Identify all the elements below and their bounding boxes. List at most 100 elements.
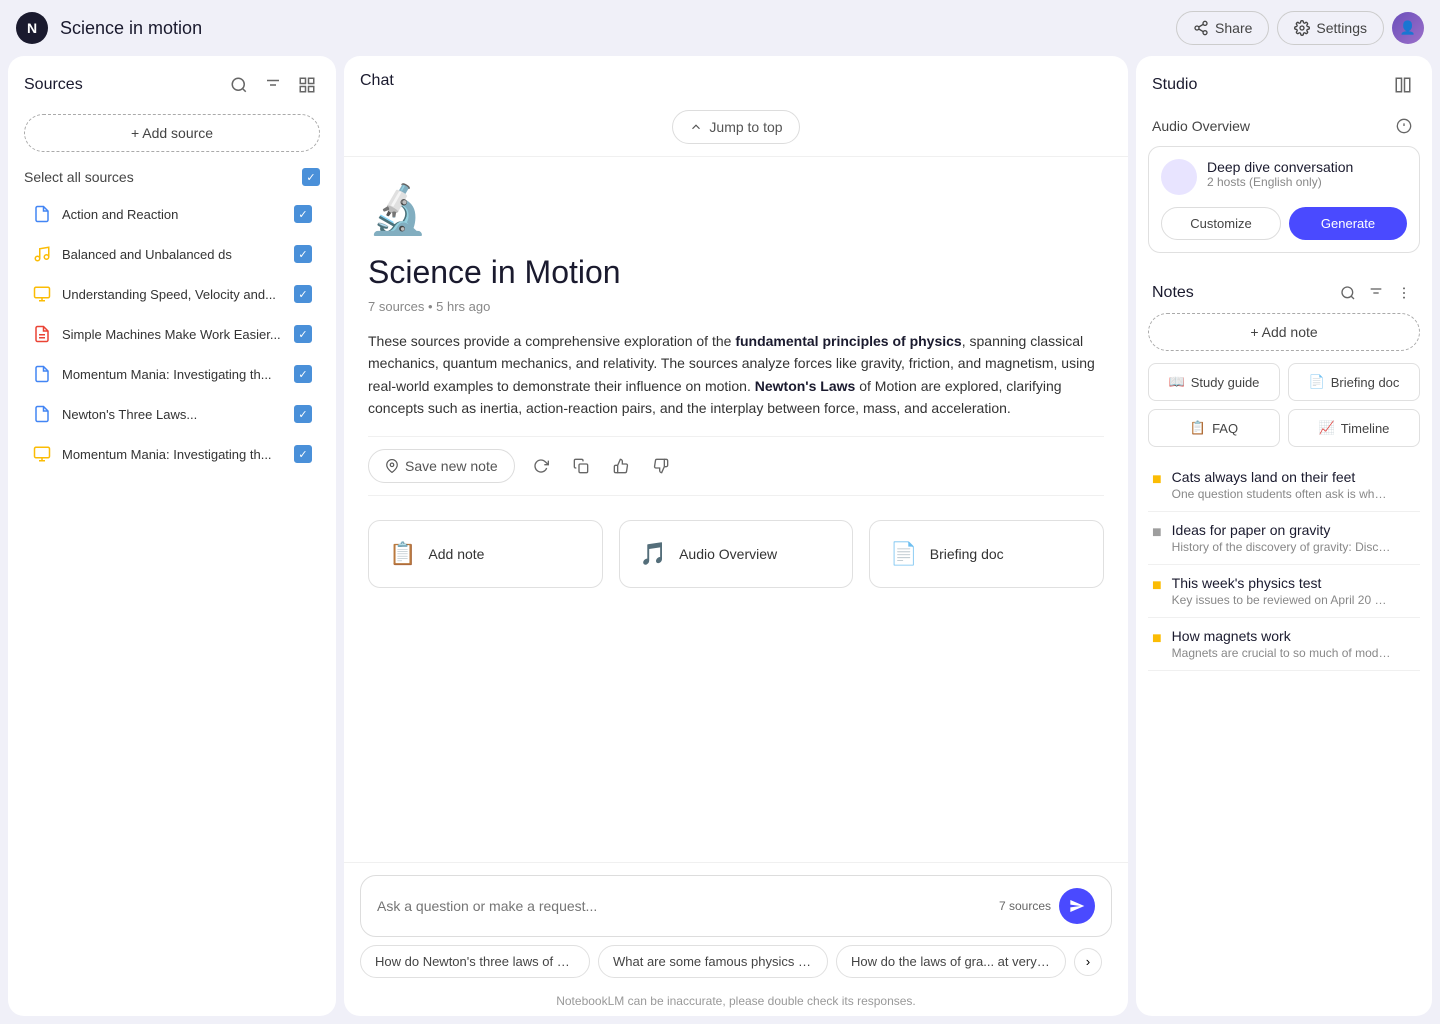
share-button[interactable]: Share [1176, 11, 1269, 45]
copy-button[interactable] [567, 452, 595, 480]
filter-icon [264, 76, 282, 94]
sources-badge: 7 sources [999, 899, 1051, 913]
chat-input[interactable] [377, 898, 999, 914]
source-item-5[interactable]: Newton's Three Laws... ✓ [16, 394, 328, 434]
chat-input-area: 7 sources How do Newton's three laws of … [344, 862, 1128, 986]
studio-panel-header: Studio [1136, 56, 1432, 106]
quick-action-add-note[interactable]: 📋 Add note [368, 520, 603, 588]
select-all-checkbox[interactable]: ✓ [302, 168, 320, 186]
note-title-0: Cats always land on their feet [1172, 469, 1416, 485]
chat-panel: Chat Jump to top 🔬 Science in Motion 7 s… [344, 56, 1128, 1016]
note-shortcuts: 📖 Study guide 📄 Briefing doc 📋 FAQ 📈 Tim… [1148, 363, 1420, 447]
sources-header-icons [226, 72, 320, 98]
source-checkbox-0[interactable]: ✓ [294, 205, 312, 223]
save-note-button[interactable]: Save new note [368, 449, 515, 483]
chat-input-box: 7 sources [360, 875, 1112, 937]
source-checkbox-5[interactable]: ✓ [294, 405, 312, 423]
briefing-doc-button[interactable]: 📄 Briefing doc [1288, 363, 1420, 401]
note-item-1[interactable]: ■ Ideas for paper on gravity History of … [1148, 512, 1420, 565]
thumbs-down-button[interactable] [647, 452, 675, 480]
studio-panel: Studio Audio Overview [1136, 56, 1432, 1016]
audio-overview-label: Audio Overview [1152, 118, 1250, 134]
quick-actions: 📋 Add note 🎵 Audio Overview 📄 Briefing d… [368, 520, 1104, 588]
customize-button[interactable]: Customize [1161, 207, 1281, 240]
source-checkbox-3[interactable]: ✓ [294, 325, 312, 343]
source-checkbox-6[interactable]: ✓ [294, 445, 312, 463]
note-item-3[interactable]: ■ How magnets work Magnets are crucial t… [1148, 618, 1420, 671]
suggestion-chip-2[interactable]: How do the laws of gra... at very high s… [836, 945, 1066, 978]
deep-dive-card-top: Deep dive conversation 2 hosts (English … [1161, 159, 1407, 195]
timeline-button[interactable]: 📈 Timeline [1288, 409, 1420, 447]
notes-search-icon [1340, 285, 1356, 301]
note-title-1: Ideas for paper on gravity [1172, 522, 1416, 538]
chat-content: 🔬 Science in Motion 7 sources • 5 hrs ag… [344, 157, 1128, 862]
source-checkbox-1[interactable]: ✓ [294, 245, 312, 263]
note-body-2: This week's physics test Key issues to b… [1172, 575, 1416, 607]
note-preview-1: History of the discovery of gravity: Dis… [1172, 540, 1392, 554]
chat-input-row: 7 sources [377, 888, 1095, 924]
source-name-2: Understanding Speed, Velocity and... [62, 287, 284, 302]
chevron-up-icon [689, 120, 703, 134]
quick-action-briefing-doc[interactable]: 📄 Briefing doc [869, 520, 1104, 588]
source-item-4[interactable]: Momentum Mania: Investigating th... ✓ [16, 354, 328, 394]
send-button[interactable] [1059, 888, 1095, 924]
notes-header-icons [1336, 281, 1416, 305]
notes-filter-button[interactable] [1364, 281, 1388, 305]
info-icon [1396, 118, 1412, 134]
note-item-2[interactable]: ■ This week's physics test Key issues to… [1148, 565, 1420, 618]
share-icon [1193, 20, 1209, 36]
sources-filter-button[interactable] [260, 72, 286, 98]
generate-button[interactable]: Generate [1289, 207, 1407, 240]
notes-more-button[interactable] [1392, 281, 1416, 305]
sources-search-button[interactable] [226, 72, 252, 98]
notes-section: Notes + Add note [1148, 269, 1420, 671]
settings-button[interactable]: Settings [1277, 11, 1384, 45]
source-icon-2 [32, 284, 52, 304]
add-note-button[interactable]: + Add note [1148, 313, 1420, 351]
source-item-0[interactable]: Action and Reaction ✓ [16, 194, 328, 234]
studio-layout-button[interactable] [1390, 72, 1416, 98]
source-icon-6 [32, 444, 52, 464]
send-icon [1069, 898, 1085, 914]
audio-overview-info-button[interactable] [1392, 114, 1416, 138]
quick-action-audio-overview[interactable]: 🎵 Audio Overview [619, 520, 854, 588]
source-items-container: Action and Reaction ✓ Balanced and Unbal… [8, 194, 336, 474]
audio-overview-quick-label: Audio Overview [679, 546, 777, 562]
notes-title: Notes [1152, 284, 1336, 302]
sources-layout-button[interactable] [294, 72, 320, 98]
source-icon-4 [32, 364, 52, 384]
source-checkbox-2[interactable]: ✓ [294, 285, 312, 303]
note-title-2: This week's physics test [1172, 575, 1416, 591]
suggestions-next-button[interactable]: › [1074, 948, 1102, 976]
source-item-3[interactable]: Simple Machines Make Work Easier... ✓ [16, 314, 328, 354]
thumbs-up-button[interactable] [607, 452, 635, 480]
refresh-button[interactable] [527, 452, 555, 480]
topbar: N Science in motion Share Settings 👤 [0, 0, 1440, 56]
source-item-1[interactable]: Balanced and Unbalanced ds ✓ [16, 234, 328, 274]
note-item-0[interactable]: ■ Cats always land on their feet One que… [1148, 459, 1420, 512]
user-avatar[interactable]: 👤 [1392, 12, 1424, 44]
note-body-1: Ideas for paper on gravity History of th… [1172, 522, 1416, 554]
suggestions-row: How do Newton's three laws of motion exp… [360, 945, 1112, 978]
notes-search-button[interactable] [1336, 281, 1360, 305]
source-checkbox-4[interactable]: ✓ [294, 365, 312, 383]
source-item-6[interactable]: Momentum Mania: Investigating th... ✓ [16, 434, 328, 474]
faq-button[interactable]: 📋 FAQ [1148, 409, 1280, 447]
study-guide-button[interactable]: 📖 Study guide [1148, 363, 1280, 401]
note-preview-0: One question students often ask is why c… [1172, 487, 1392, 501]
add-source-button[interactable]: + Add source [24, 114, 320, 152]
app-logo: N [16, 12, 48, 44]
jump-to-top-button[interactable]: Jump to top [672, 110, 799, 144]
studio-header-icons [1390, 72, 1416, 98]
deep-dive-icon [1161, 159, 1197, 195]
notes-filter-icon [1368, 285, 1384, 301]
suggestion-chip-1[interactable]: What are some famous physics experiments… [598, 945, 828, 978]
suggestion-chip-0[interactable]: How do Newton's three laws of motion exp… [360, 945, 590, 978]
source-icon-3 [32, 324, 52, 344]
settings-icon [1294, 20, 1310, 36]
select-all-row[interactable]: Select all sources ✓ [8, 160, 336, 194]
source-name-4: Momentum Mania: Investigating th... [62, 367, 284, 382]
source-name-5: Newton's Three Laws... [62, 407, 284, 422]
source-item-2[interactable]: Understanding Speed, Velocity and... ✓ [16, 274, 328, 314]
studio-panel-title: Studio [1152, 76, 1390, 94]
